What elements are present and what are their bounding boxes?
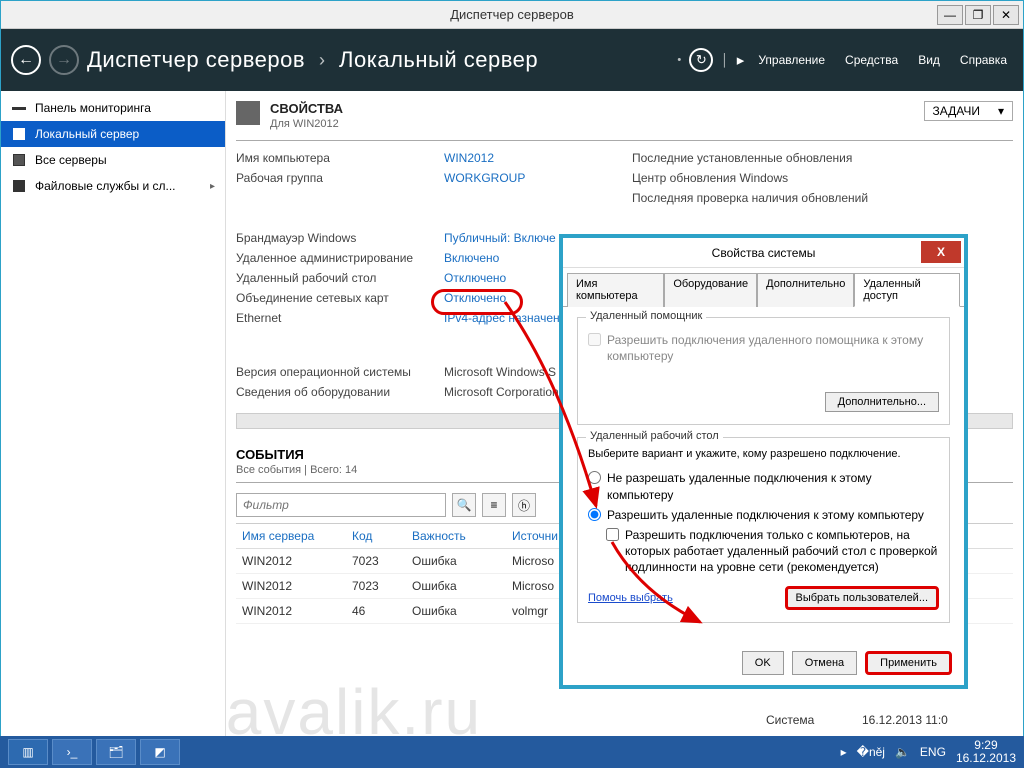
- window-titlebar: Диспетчер серверов — ❐ ✕: [1, 1, 1023, 29]
- tray-clock[interactable]: 9:29 16.12.2013: [956, 739, 1016, 765]
- dialog-title: Свойства системы: [563, 246, 964, 260]
- forward-button[interactable]: →: [49, 45, 79, 75]
- events-filter-input[interactable]: [236, 493, 446, 517]
- menu-help[interactable]: Справка: [960, 53, 1007, 67]
- sidebar-item-label: Файловые службы и сл...: [35, 179, 176, 193]
- window-title: Диспетчер серверов: [1, 7, 1023, 22]
- filter-options-button[interactable]: ≡: [482, 493, 506, 517]
- menu-manage[interactable]: Управление: [758, 53, 825, 67]
- tray-sound-icon[interactable]: 🔈: [895, 745, 910, 759]
- taskbar-app[interactable]: ◩: [140, 739, 180, 765]
- deny-remote-radio[interactable]: Не разрешать удаленные подключения к это…: [588, 470, 939, 502]
- prop-value-workgroup[interactable]: WORKGROUP: [444, 171, 624, 185]
- breadcrumb-root[interactable]: Диспетчер серверов: [87, 47, 305, 73]
- minimize-button[interactable]: —: [937, 5, 963, 25]
- advanced-button[interactable]: Дополнительно...: [825, 392, 939, 412]
- taskbar-powershell[interactable]: ›_: [52, 739, 92, 765]
- prop-right: Последние установленные обновления: [632, 151, 912, 165]
- sidebar-item-label: Панель мониторинга: [35, 101, 151, 115]
- dialog-titlebar[interactable]: Свойства системы X: [563, 238, 964, 268]
- prop-label: Брандмауэр Windows: [236, 231, 436, 245]
- apply-button[interactable]: Применить: [865, 651, 952, 675]
- remote-assistance-group: Удаленный помощник Разрешить подключения…: [577, 317, 950, 425]
- tab-hardware[interactable]: Оборудование: [664, 273, 757, 307]
- system-properties-dialog: Свойства системы X Имя компьютера Оборуд…: [562, 237, 965, 686]
- menu-tools[interactable]: Средства: [845, 53, 898, 67]
- allow-remote-radio[interactable]: Разрешить удаленные подключения к этому …: [588, 507, 939, 523]
- ok-button[interactable]: OK: [742, 651, 784, 675]
- remote-desktop-group: Удаленный рабочий стол Выберите вариант …: [577, 437, 950, 622]
- search-icon[interactable]: 🔍: [452, 493, 476, 517]
- group-desc: Выберите вариант и укажите, кому разреше…: [588, 448, 939, 460]
- prop-label: Имя компьютера: [236, 151, 436, 165]
- chevron-right-icon: ▸: [210, 181, 215, 192]
- tasks-dropdown[interactable]: ЗАДАЧИ▾: [924, 101, 1014, 121]
- sidebar-item-local-server[interactable]: Локальный сервер: [1, 121, 225, 147]
- dialog-tabs: Имя компьютера Оборудование Дополнительн…: [563, 268, 964, 307]
- sidebar-item-dashboard[interactable]: Панель мониторинга: [1, 95, 225, 121]
- back-button[interactable]: ←: [11, 45, 41, 75]
- flag-icon[interactable]: ▸: [737, 51, 745, 69]
- breadcrumb-current[interactable]: Локальный сервер: [339, 47, 538, 73]
- tab-computer-name[interactable]: Имя компьютера: [567, 273, 664, 307]
- prop-value-computer-name[interactable]: WIN2012: [444, 151, 624, 165]
- prop-label: Рабочая группа: [236, 171, 436, 185]
- col-system: Система: [766, 713, 856, 727]
- dialog-buttons: OK Отмена Применить: [563, 643, 964, 685]
- tray-flag-icon[interactable]: ▸: [841, 745, 847, 759]
- tray-lang[interactable]: ENG: [920, 745, 946, 759]
- prop-label: Объединение сетевых карт: [236, 291, 436, 305]
- col-severity[interactable]: Важность: [412, 529, 512, 543]
- refresh-button[interactable]: ↻: [689, 48, 713, 72]
- sidebar-item-file-services[interactable]: Файловые службы и сл... ▸: [1, 173, 225, 199]
- nla-checkbox[interactable]: Разрешить подключения только с компьютер…: [606, 527, 939, 576]
- prop-label: Ethernet: [236, 311, 436, 325]
- prop-label: Сведения об оборудовании: [236, 385, 436, 399]
- col-datetime: 16.12.2013 11:0: [862, 713, 982, 727]
- close-button[interactable]: ✕: [993, 5, 1019, 25]
- prop-label: Версия операционной системы: [236, 365, 436, 379]
- allow-remote-assist-checkbox[interactable]: Разрешить подключения удаленного помощни…: [588, 332, 939, 364]
- select-users-button[interactable]: Выбрать пользователей...: [785, 586, 940, 610]
- help-choose-link[interactable]: Помочь выбрать: [588, 592, 673, 604]
- cancel-button[interactable]: Отмена: [792, 651, 857, 675]
- tab-advanced[interactable]: Дополнительно: [757, 273, 854, 307]
- filter-clear-button[interactable]: ⓗ: [512, 493, 536, 517]
- prop-right: Центр обновления Windows: [632, 171, 912, 185]
- dialog-close-button[interactable]: X: [921, 241, 961, 263]
- sidebar-item-label: Все серверы: [35, 153, 107, 167]
- taskbar-server-manager[interactable]: ▥: [8, 739, 48, 765]
- prop-right: Последняя проверка наличия обновлений: [632, 191, 912, 205]
- sidebar: Панель мониторинга Локальный сервер Все …: [1, 91, 226, 767]
- group-legend: Удаленный помощник: [586, 310, 706, 322]
- prop-label: Удаленное администрирование: [236, 251, 436, 265]
- taskbar-explorer[interactable]: 🗂: [96, 739, 136, 765]
- maximize-button[interactable]: ❐: [965, 5, 991, 25]
- properties-heading: СВОЙСТВА: [270, 101, 343, 116]
- sidebar-item-all-servers[interactable]: Все серверы: [1, 147, 225, 173]
- properties-sub: Для WIN2012: [270, 118, 343, 130]
- col-code[interactable]: Код: [352, 529, 412, 543]
- prop-label: Удаленный рабочий стол: [236, 271, 436, 285]
- server-icon: [236, 101, 260, 125]
- col-server[interactable]: Имя сервера: [242, 529, 352, 543]
- menu-view[interactable]: Вид: [918, 53, 940, 67]
- group-legend: Удаленный рабочий стол: [586, 430, 723, 442]
- nav-bar: ← → Диспетчер серверов › Локальный серве…: [1, 29, 1023, 91]
- tab-remote-access[interactable]: Удаленный доступ: [854, 273, 960, 307]
- taskbar[interactable]: ▥ ›_ 🗂 ◩ ▸ �něj 🔈 ENG 9:29 16.12.2013: [0, 736, 1024, 768]
- tray-network-icon[interactable]: �něj: [857, 745, 885, 759]
- sidebar-item-label: Локальный сервер: [35, 127, 139, 141]
